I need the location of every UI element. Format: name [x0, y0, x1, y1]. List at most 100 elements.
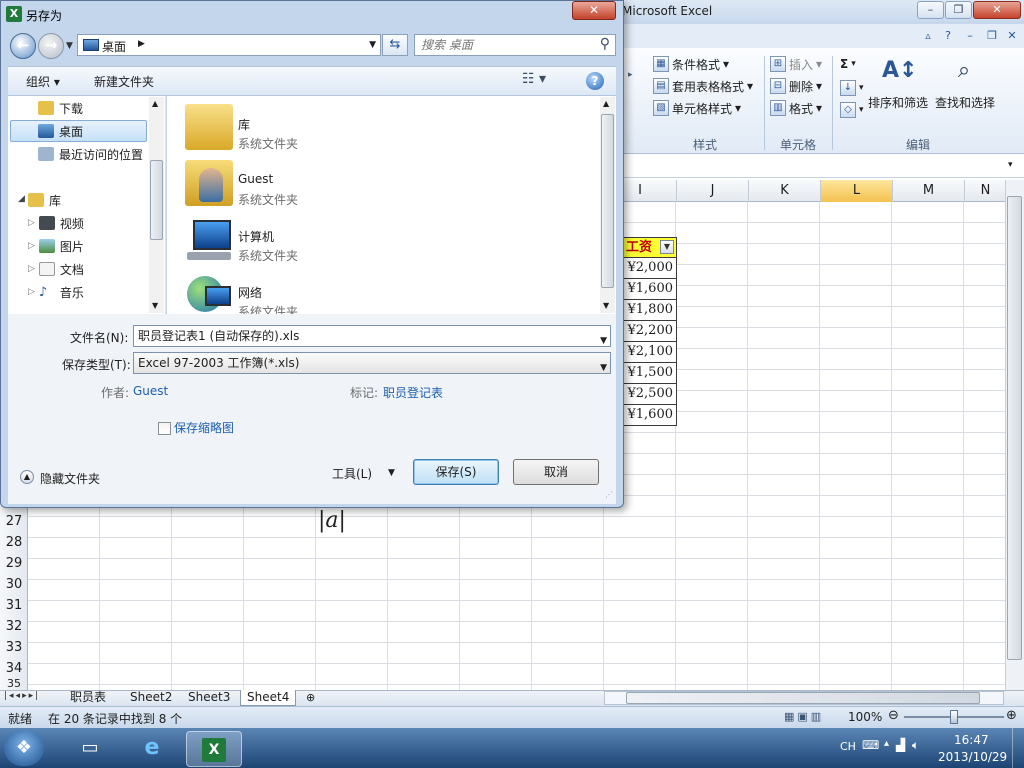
expand-arrow-icon[interactable]: ▷ [28, 241, 35, 251]
salary-cell[interactable]: ¥2,200 [622, 321, 677, 342]
excel-close-button[interactable]: ✕ [973, 1, 1021, 19]
sheet-tab[interactable]: Sheet3 [182, 690, 236, 706]
salary-cell[interactable]: ¥1,800 [622, 300, 677, 321]
horizontal-scroll-thumb[interactable] [626, 692, 980, 704]
scroll-up-icon[interactable]: ▲ [603, 99, 609, 108]
clock-time[interactable]: 16:47 [954, 733, 989, 747]
scroll-down-icon[interactable]: ▼ [603, 301, 609, 310]
file-item-guest[interactable]: Guest 系统文件夹 [185, 158, 485, 210]
collapse-icon[interactable]: ▲ [20, 470, 34, 484]
new-folder-button[interactable]: 新建文件夹 [94, 73, 154, 90]
tray-expand-icon[interactable]: ▴ [884, 738, 889, 749]
sort-filter-label[interactable]: 排序和筛选 [868, 94, 928, 111]
formula-expand-icon[interactable]: ▾ [1008, 160, 1013, 170]
network-tray-icon[interactable]: ▟ [896, 738, 905, 752]
row-header[interactable]: 34 [0, 658, 28, 679]
filter-dropdown-icon[interactable]: ▼ [660, 240, 674, 254]
find-select-icon[interactable]: ⌕ [948, 58, 980, 90]
column-header[interactable]: K [749, 180, 821, 202]
recent-locations-dropdown[interactable]: ▼ [66, 41, 73, 51]
view-mode-icons[interactable]: ▦▣▥ [784, 710, 834, 724]
resize-grip-icon[interactable]: ⋰ [605, 490, 613, 499]
view-options-icon[interactable]: ☷ ▾ [522, 71, 546, 87]
row-header[interactable]: 33 [0, 637, 28, 658]
selected-column-area[interactable] [821, 202, 893, 690]
clock-date[interactable]: 2013/10/29 [938, 750, 1007, 764]
back-button[interactable]: ← [10, 33, 36, 59]
save-button[interactable]: 保存(S) [413, 459, 499, 485]
fill-button[interactable]: ↓ ▾ [840, 78, 864, 98]
tools-menu-button[interactable]: 工具(L) [332, 465, 372, 482]
salary-cell[interactable]: ¥2,500 [622, 384, 677, 405]
address-location[interactable]: 桌面 [102, 38, 126, 55]
tools-dropdown-icon[interactable]: ▼ [388, 468, 395, 478]
salary-cell[interactable]: ¥2,100 [622, 342, 677, 363]
file-item-library[interactable]: 库 系统文件夹 [185, 102, 485, 154]
ie-taskbar-icon[interactable]: e [124, 731, 180, 767]
row-header[interactable]: 31 [0, 595, 28, 616]
table-format-button[interactable]: ▤ 套用表格格式 ▾ [653, 76, 753, 96]
excel-maximize-button[interactable]: ❐ [945, 1, 972, 19]
salary-cell[interactable]: ¥2,000 [622, 258, 677, 279]
salary-cell[interactable]: ¥1,600 [622, 279, 677, 300]
save-thumbnail-checkbox[interactable] [158, 422, 171, 435]
scroll-down-icon[interactable]: ▼ [152, 301, 158, 310]
cell-style-button[interactable]: ▧ 单元格样式 ▾ [653, 98, 741, 118]
start-button-icon[interactable]: ❖ [4, 730, 44, 766]
ribbon-scroll-icon[interactable]: ▸ [628, 70, 638, 86]
expand-arrow-icon[interactable]: ▷ [28, 218, 35, 228]
show-desktop-button[interactable] [1012, 728, 1024, 768]
author-value[interactable]: Guest [133, 384, 168, 398]
tags-value[interactable]: 职员登记表 [383, 384, 443, 401]
sheet-tab[interactable]: Sheet2 [124, 690, 178, 706]
excel-minimize-button[interactable]: – [917, 1, 944, 19]
volume-icon[interactable]: 🔈︎ [912, 738, 919, 753]
find-select-label[interactable]: 查找和选择 [935, 94, 995, 111]
hide-folders-button[interactable]: 隐藏文件夹 [40, 470, 100, 487]
format-cells-button[interactable]: ▥ 格式 ▾ [770, 98, 822, 118]
breadcrumb-arrow-icon[interactable]: ▶ [138, 39, 145, 49]
workbook-minimize-icon[interactable]: – [962, 28, 978, 44]
clear-button[interactable]: ◇ ▾ [840, 100, 864, 120]
filetype-select[interactable]: Excel 97-2003 工作簿(*.xls) ▼ [133, 352, 611, 374]
row-header[interactable]: 32 [0, 616, 28, 637]
row-header[interactable]: 29 [0, 553, 28, 574]
filename-input[interactable]: 职员登记表1 (自动保存的).xls ▼ [133, 325, 611, 347]
dialog-close-button[interactable]: ✕ [572, 1, 616, 20]
excel-taskbar-icon[interactable]: X [186, 731, 242, 767]
column-header[interactable]: J [677, 180, 749, 202]
search-box[interactable]: ⚲ [414, 34, 616, 56]
column-header[interactable]: M [893, 180, 965, 202]
sheet-nav-arrows[interactable]: |◂◂▸▸| [4, 691, 40, 701]
expand-arrow-icon[interactable]: ▷ [28, 287, 35, 297]
autosum-button[interactable]: Σ ▾ [840, 54, 856, 74]
worksheet-scroll-thumb[interactable] [1007, 196, 1022, 660]
zoom-in-icon[interactable]: ⊕ [1006, 708, 1017, 723]
organize-button[interactable]: 组织 ▾ [26, 73, 60, 90]
sheet-tab-active[interactable]: Sheet4 [240, 690, 297, 706]
delete-cells-button[interactable]: ⊟ 删除 ▾ [770, 76, 822, 96]
cancel-button[interactable]: 取消 [513, 459, 599, 485]
filetype-dropdown-icon[interactable]: ▼ [600, 358, 607, 378]
row-header[interactable]: 35 [0, 678, 28, 690]
row-header[interactable]: 28 [0, 532, 28, 553]
row-header[interactable]: 30 [0, 574, 28, 595]
zoom-out-icon[interactable]: ⊖ [888, 708, 899, 723]
salary-cell[interactable]: ¥1,600 [622, 405, 677, 426]
salary-cell[interactable]: ¥1,500 [622, 363, 677, 384]
zoom-level[interactable]: 100% [848, 710, 882, 724]
column-header-selected[interactable]: L [821, 180, 893, 202]
help-button[interactable]: ? [586, 72, 604, 90]
save-thumbnail-label[interactable]: 保存缩略图 [174, 419, 234, 436]
keyboard-icon[interactable]: ⌨ [862, 738, 879, 752]
sort-filter-icon[interactable]: A↕ [882, 58, 917, 90]
scroll-up-icon[interactable]: ▲ [152, 99, 158, 108]
insert-cells-button[interactable]: ⊞ 插入 ▾ [770, 54, 822, 74]
explorer-taskbar-icon[interactable]: ▭ [62, 731, 118, 767]
expand-arrow-icon[interactable]: ▷ [28, 264, 35, 274]
refresh-button[interactable]: ⇆ [382, 34, 408, 56]
input-language[interactable]: CH [840, 740, 856, 753]
address-bar[interactable]: 桌面 ▶ ▼ [77, 34, 381, 56]
workbook-close-icon[interactable]: ✕ [1004, 28, 1020, 44]
ribbon-minimize-icon[interactable]: ▵ [920, 28, 936, 44]
